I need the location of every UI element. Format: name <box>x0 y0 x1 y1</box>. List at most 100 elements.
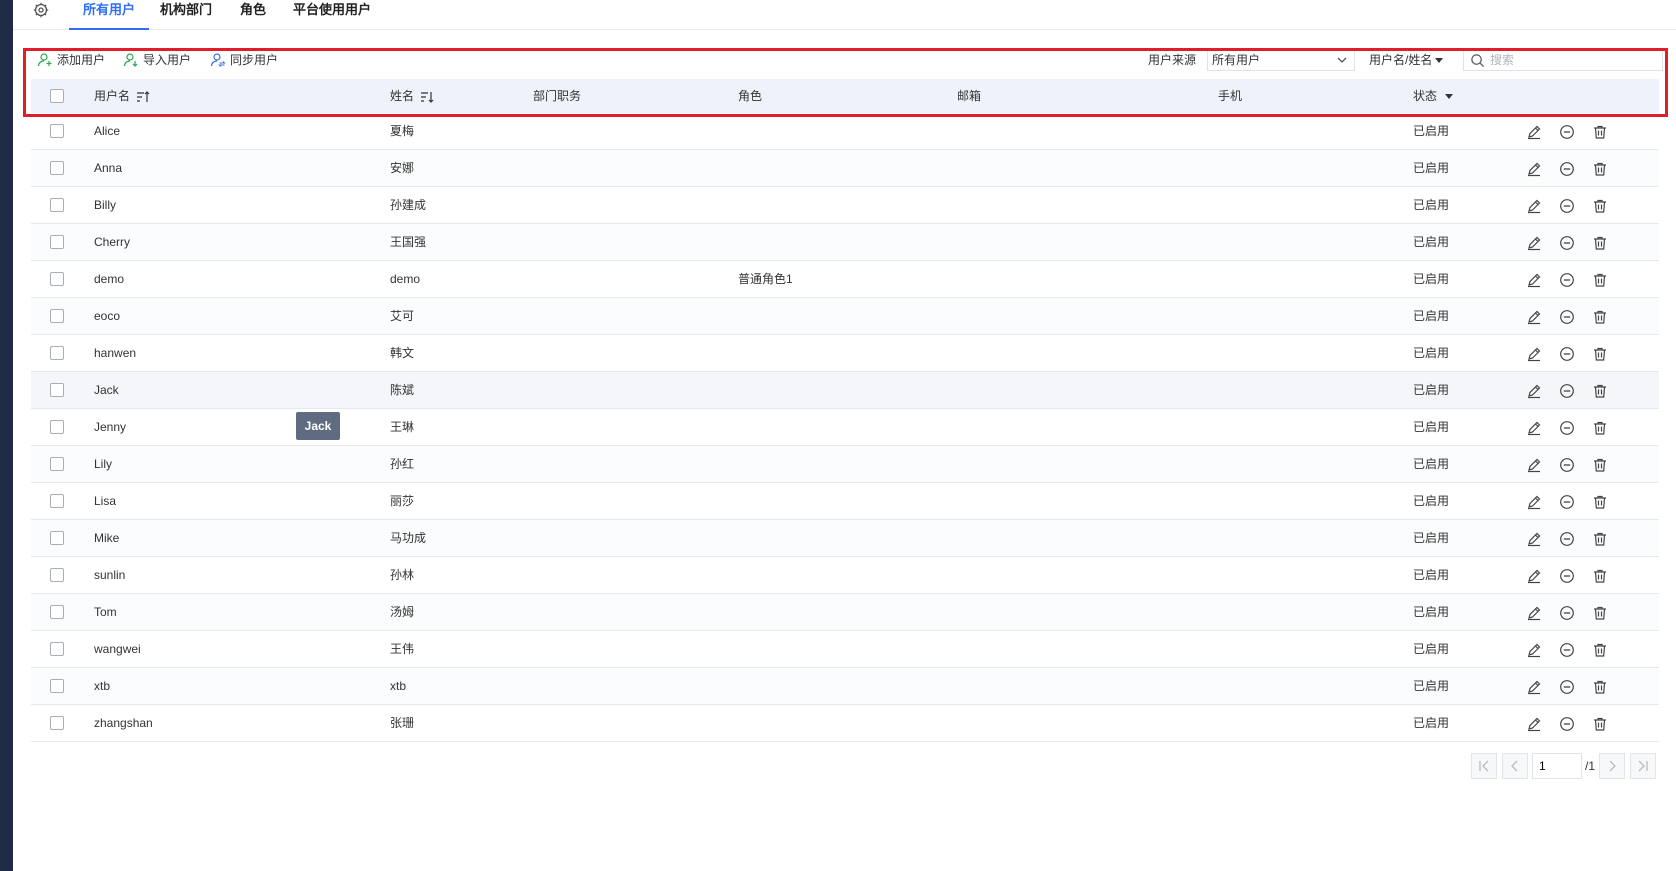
table-row[interactable]: xtb xtb 已启用 <box>31 668 1659 705</box>
edit-icon[interactable] <box>1526 235 1542 251</box>
table-row[interactable]: Cherry 王国强 已启用 <box>31 224 1659 261</box>
table-row[interactable]: hanwen 韩文 已启用 <box>31 335 1659 372</box>
row-checkbox[interactable] <box>50 531 64 545</box>
edit-icon[interactable] <box>1526 531 1542 547</box>
row-checkbox[interactable] <box>50 124 64 138</box>
table-row[interactable]: Jack 陈斌 已启用 <box>31 372 1659 409</box>
row-checkbox[interactable] <box>50 161 64 175</box>
row-checkbox[interactable] <box>50 679 64 693</box>
row-checkbox[interactable] <box>50 420 64 434</box>
disable-icon[interactable] <box>1559 235 1575 251</box>
row-checkbox[interactable] <box>50 198 64 212</box>
delete-icon[interactable] <box>1592 309 1608 325</box>
row-checkbox[interactable] <box>50 568 64 582</box>
search-input[interactable] <box>1490 52 1658 68</box>
delete-icon[interactable] <box>1592 346 1608 362</box>
delete-icon[interactable] <box>1592 198 1608 214</box>
delete-icon[interactable] <box>1592 568 1608 584</box>
row-checkbox[interactable] <box>50 346 64 360</box>
disable-icon[interactable] <box>1559 420 1575 436</box>
table-row[interactable]: Lily 孙红 已启用 <box>31 446 1659 483</box>
user-source-select[interactable]: 所有用户 <box>1207 49 1355 71</box>
edit-icon[interactable] <box>1526 198 1542 214</box>
table-row[interactable]: Alice 夏梅 已启用 <box>31 113 1659 150</box>
first-page-button[interactable] <box>1471 753 1497 779</box>
table-row[interactable]: Jenny 王琳 已启用 <box>31 409 1659 446</box>
sort-icon[interactable] <box>420 91 434 103</box>
last-page-button[interactable] <box>1630 753 1656 779</box>
col-username[interactable]: 用户名 <box>94 79 150 113</box>
delete-icon[interactable] <box>1592 161 1608 177</box>
disable-icon[interactable] <box>1559 346 1575 362</box>
tab-platform-users[interactable]: 平台使用用户 <box>293 0 371 30</box>
delete-icon[interactable] <box>1592 457 1608 473</box>
tab-all-users[interactable]: 所有用户 <box>69 0 150 30</box>
search-box[interactable] <box>1463 49 1663 71</box>
gear-icon[interactable] <box>33 2 49 18</box>
row-checkbox[interactable] <box>50 642 64 656</box>
disable-icon[interactable] <box>1559 383 1575 399</box>
disable-icon[interactable] <box>1559 679 1575 695</box>
edit-icon[interactable] <box>1526 679 1542 695</box>
edit-icon[interactable] <box>1526 716 1542 732</box>
edit-icon[interactable] <box>1526 383 1542 399</box>
sort-icon[interactable] <box>136 90 150 103</box>
row-checkbox[interactable] <box>50 494 64 508</box>
tab-roles[interactable]: 角色 <box>240 0 266 30</box>
delete-icon[interactable] <box>1592 235 1608 251</box>
disable-icon[interactable] <box>1559 309 1575 325</box>
delete-icon[interactable] <box>1592 531 1608 547</box>
edit-icon[interactable] <box>1526 494 1542 510</box>
row-checkbox[interactable] <box>50 309 64 323</box>
tab-departments[interactable]: 机构部门 <box>160 0 212 30</box>
table-row[interactable]: demo demo 普通角色1 已启用 <box>31 261 1659 298</box>
next-page-button[interactable] <box>1599 753 1625 779</box>
disable-icon[interactable] <box>1559 457 1575 473</box>
status-filter-caret-icon[interactable] <box>1445 94 1454 100</box>
sync-user-button[interactable]: 同步用户 <box>210 50 278 70</box>
disable-icon[interactable] <box>1559 124 1575 140</box>
row-checkbox[interactable] <box>50 457 64 471</box>
disable-icon[interactable] <box>1559 568 1575 584</box>
delete-icon[interactable] <box>1592 679 1608 695</box>
page-number-input[interactable] <box>1532 753 1582 779</box>
table-row[interactable]: Anna 安娜 已启用 <box>31 150 1659 187</box>
prev-page-button[interactable] <box>1502 753 1528 779</box>
delete-icon[interactable] <box>1592 716 1608 732</box>
edit-icon[interactable] <box>1526 457 1542 473</box>
table-row[interactable]: Lisa 丽莎 已启用 <box>31 483 1659 520</box>
row-checkbox[interactable] <box>50 383 64 397</box>
delete-icon[interactable] <box>1592 420 1608 436</box>
table-row[interactable]: Mike 马功成 已启用 <box>31 520 1659 557</box>
table-row[interactable]: wangwei 王伟 已启用 <box>31 631 1659 668</box>
search-field-dropdown[interactable]: 用户名/姓名 <box>1369 50 1444 70</box>
disable-icon[interactable] <box>1559 605 1575 621</box>
table-row[interactable]: zhangshan 张珊 已启用 <box>31 705 1659 742</box>
edit-icon[interactable] <box>1526 309 1542 325</box>
col-name[interactable]: 姓名 <box>390 79 434 113</box>
delete-icon[interactable] <box>1592 124 1608 140</box>
disable-icon[interactable] <box>1559 642 1575 658</box>
disable-icon[interactable] <box>1559 531 1575 547</box>
edit-icon[interactable] <box>1526 642 1542 658</box>
disable-icon[interactable] <box>1559 716 1575 732</box>
edit-icon[interactable] <box>1526 420 1542 436</box>
col-status[interactable]: 状态 <box>1413 79 1454 113</box>
edit-icon[interactable] <box>1526 124 1542 140</box>
edit-icon[interactable] <box>1526 605 1542 621</box>
row-checkbox[interactable] <box>50 605 64 619</box>
delete-icon[interactable] <box>1592 494 1608 510</box>
table-row[interactable]: eoco 艾可 已启用 <box>31 298 1659 335</box>
edit-icon[interactable] <box>1526 272 1542 288</box>
delete-icon[interactable] <box>1592 642 1608 658</box>
disable-icon[interactable] <box>1559 161 1575 177</box>
import-user-button[interactable]: 导入用户 <box>123 50 191 70</box>
table-row[interactable]: sunlin 孙林 已启用 <box>31 557 1659 594</box>
row-checkbox[interactable] <box>50 235 64 249</box>
disable-icon[interactable] <box>1559 198 1575 214</box>
disable-icon[interactable] <box>1559 494 1575 510</box>
add-user-button[interactable]: 添加用户 <box>37 50 105 70</box>
disable-icon[interactable] <box>1559 272 1575 288</box>
table-row[interactable]: Billy 孙建成 已启用 <box>31 187 1659 224</box>
select-all-checkbox[interactable] <box>50 89 64 103</box>
